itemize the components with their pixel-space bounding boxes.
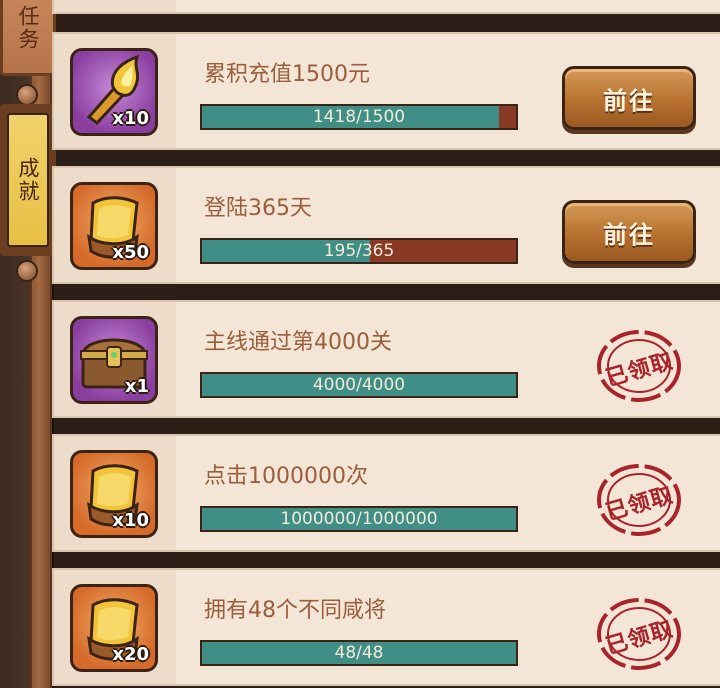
achievement-card: x20 拥有48个不同咸将 48/48 已领取 — [52, 568, 720, 686]
progress-text: 1000000/1000000 — [280, 509, 438, 529]
achievement-title: 点击1000000次 — [204, 464, 368, 489]
reward-quantity: x20 — [112, 644, 149, 665]
treasure-chest-icon[interactable]: x1 — [70, 316, 158, 404]
achievement-title: 拥有48个不同咸将 — [204, 598, 386, 623]
go-button[interactable]: 前往 — [562, 200, 696, 264]
tab-tasks-label: 任务 — [16, 5, 40, 51]
golden-torch-icon[interactable]: x10 — [70, 48, 158, 136]
achievement-title: 主线通过第4000关 — [204, 330, 392, 355]
tab-tasks[interactable]: 任务 — [0, 0, 56, 76]
gold-scroll-icon[interactable]: x50 — [70, 182, 158, 270]
claimed-stamp: 已领取 — [594, 460, 684, 540]
list-item-partial — [52, 0, 720, 14]
go-button[interactable]: 前往 — [562, 66, 696, 130]
achievement-card: x10 点击1000000次 1000000/1000000 已领取 — [52, 434, 720, 552]
progress-bar: 48/48 — [200, 640, 518, 666]
achievement-list[interactable]: x10 累积充值1500元 1418/1500 前往 x50 登陆365天 195/365 前… — [52, 0, 720, 688]
rivet-icon — [16, 84, 38, 106]
gold-scroll-icon[interactable]: x20 — [70, 584, 158, 672]
reward-quantity: x50 — [112, 242, 149, 263]
progress-bar: 4000/4000 — [200, 372, 518, 398]
achievement-card: x1 主线通过第4000关 4000/4000 已领取 — [52, 300, 720, 418]
gold-scroll-icon[interactable]: x10 — [70, 450, 158, 538]
reward-quantity: x1 — [124, 376, 149, 397]
achievement-title: 登陆365天 — [204, 196, 312, 221]
progress-text: 1418/1500 — [312, 107, 406, 127]
reward-quantity: x10 — [112, 510, 149, 531]
achievement-title: 累积充值1500元 — [204, 62, 370, 87]
tab-achievements[interactable]: 成就 — [0, 104, 56, 256]
rivet-icon — [16, 260, 38, 282]
progress-text: 195/365 — [323, 241, 395, 261]
progress-text: 48/48 — [334, 643, 384, 663]
reward-quantity: x10 — [112, 108, 149, 129]
achievement-card: x50 登陆365天 195/365 前往 — [52, 166, 720, 284]
claimed-stamp: 已领取 — [594, 326, 684, 406]
tab-achievements-label: 成就 — [7, 113, 49, 247]
achievement-card: x10 累积充值1500元 1418/1500 前往 — [52, 32, 720, 150]
claimed-stamp: 已领取 — [594, 594, 684, 674]
progress-bar: 1418/1500 — [200, 104, 518, 130]
progress-bar: 195/365 — [200, 238, 518, 264]
progress-bar: 1000000/1000000 — [200, 506, 518, 532]
progress-text: 4000/4000 — [312, 375, 406, 395]
